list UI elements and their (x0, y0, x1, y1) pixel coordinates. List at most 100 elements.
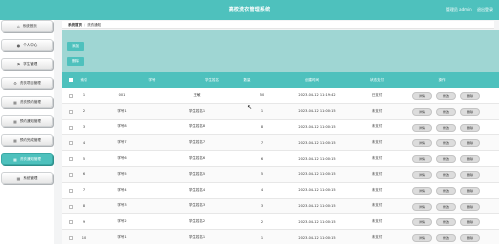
edit-button[interactable]: 修改 (436, 202, 456, 211)
row-payment-status: 未支付 (371, 124, 383, 129)
detail-button[interactable]: 详情 (412, 218, 432, 227)
detail-button[interactable]: 详情 (412, 155, 432, 164)
mouse-cursor-icon: ↖ (247, 104, 253, 111)
detail-button[interactable]: 详情 (412, 123, 432, 132)
edit-button[interactable]: 修改 (436, 123, 456, 132)
row-index: 8 (82, 203, 86, 208)
detail-button[interactable]: 详情 (412, 170, 432, 179)
grid-icon: ▦ (13, 156, 17, 162)
row-checkbox[interactable] (69, 236, 73, 241)
table-row: 4 学号7 学生姓名7 7 2023-04-12 11:00:15 未支付 详情 修改 删除 (62, 135, 499, 152)
row-payment-status: 未支付 (371, 235, 383, 240)
row-student-id: 学号6 (117, 156, 127, 161)
row-quantity: 7 (260, 140, 264, 145)
delete-button[interactable]: 删除 (67, 57, 84, 66)
row-checkbox[interactable] (69, 141, 73, 146)
row-index: 5 (82, 156, 86, 161)
edit-button[interactable]: 修改 (436, 218, 456, 227)
sidebar-item-profile[interactable]: ● 个人中心 (1, 39, 53, 51)
row-created-time: 2023-04-12 11:00:15 (298, 109, 336, 114)
sidebar-item-laundry-notices[interactable]: ▦ 洗衣通知管理 (1, 153, 53, 165)
header-payment-status: 状态支付 (370, 77, 384, 82)
row-actions: 详情 修改 删除 (412, 123, 480, 132)
edit-button[interactable]: 修改 (436, 107, 456, 116)
sidebar-item-appointments[interactable]: ▦ 洗衣预约管理 (1, 96, 53, 108)
row-actions: 详情 修改 删除 (412, 234, 480, 243)
select-all-checkbox[interactable] (69, 78, 73, 82)
row-created-time: 2023-04-12 11:00:15 (298, 172, 336, 177)
sidebar-item-laundry-projects[interactable]: ⚙ 洗衣项目管理 (1, 77, 53, 89)
row-delete-button[interactable]: 删除 (460, 92, 480, 100)
row-student-name: 学生姓名1 (188, 108, 206, 113)
row-student-id: 学号2 (117, 219, 127, 224)
row-student-name: 学生姓名4 (188, 187, 206, 192)
sidebar-item-system[interactable]: ▦ 系统管理 (1, 172, 53, 184)
row-student-id: 学号4 (117, 187, 127, 192)
add-button[interactable]: 添加 (67, 42, 84, 51)
row-delete-button[interactable]: 删除 (460, 218, 480, 227)
row-delete-button[interactable]: 删除 (460, 123, 480, 132)
row-delete-button[interactable]: 删除 (460, 186, 480, 195)
logout-link[interactable]: 退出登录 (477, 7, 493, 12)
edit-button[interactable]: 修改 (436, 139, 456, 148)
detail-button[interactable]: 详情 (412, 202, 432, 211)
row-checkbox[interactable] (69, 157, 73, 162)
row-checkbox[interactable] (69, 172, 73, 177)
breadcrumb-home[interactable]: 系统首页 (68, 23, 82, 27)
row-created-time: 2023-04-12 11:00:15 (298, 219, 336, 224)
sidebar-item-label: 系统首页 (22, 23, 37, 28)
edit-button[interactable]: 修改 (436, 92, 456, 100)
detail-button[interactable]: 详情 (412, 186, 432, 195)
row-index: 2 (82, 109, 86, 114)
row-student-id: 学号7 (117, 140, 127, 145)
row-index: 4 (82, 140, 86, 145)
row-index: 7 (82, 188, 86, 193)
row-delete-button[interactable]: 删除 (460, 170, 480, 179)
row-payment-status: 未支付 (371, 171, 383, 176)
edit-button[interactable]: 修改 (436, 155, 456, 164)
sidebar-item-students[interactable]: ⚑ 学生管理 (1, 58, 53, 70)
row-student-name: 学生姓名1 (188, 235, 206, 240)
row-actions: 详情 修改 删除 (412, 92, 480, 100)
row-checkbox[interactable] (69, 220, 73, 225)
row-checkbox[interactable] (69, 109, 73, 114)
row-actions: 详情 修改 删除 (412, 107, 480, 116)
row-created-time: 2023-04-12 11:00:15 (298, 156, 336, 161)
row-delete-button[interactable]: 删除 (460, 234, 480, 243)
table-body: 1 001 王敏 50 2023-04-12 11:19:42 已支付 详情 修改 删除 2 学号1… (62, 88, 499, 244)
sidebar-item-label: 学生管理 (23, 61, 38, 66)
row-delete-button[interactable]: 删除 (460, 139, 480, 148)
table-row: 5 学号6 学生姓名6 6 2023-04-12 11:00:15 未支付 详情 修改 删除 (62, 151, 499, 167)
row-actions: 详情 修改 删除 (412, 186, 480, 195)
row-created-time: 2023-04-12 11:00:15 (298, 124, 336, 129)
header-student-id: 学号 (148, 77, 156, 82)
row-delete-button[interactable]: 删除 (460, 202, 480, 211)
grid-icon: ▦ (13, 137, 17, 143)
sidebar-item-home[interactable]: ⌂ 系统首页 (1, 20, 53, 32)
edit-button[interactable]: 修改 (436, 170, 456, 179)
header-actions: 操作 (438, 77, 446, 82)
sidebar-item-label: 洗衣项目管理 (19, 80, 41, 85)
edit-button[interactable]: 修改 (436, 186, 456, 195)
row-delete-button[interactable]: 删除 (460, 155, 480, 164)
grid-icon: ▦ (13, 99, 17, 105)
detail-button[interactable]: 详情 (412, 92, 432, 100)
row-checkbox[interactable] (69, 204, 73, 209)
row-checkbox[interactable] (69, 188, 73, 193)
breadcrumb-current: 洗衣通知 (87, 23, 102, 27)
row-actions: 详情 修改 删除 (412, 218, 480, 227)
row-checkbox[interactable] (69, 125, 73, 130)
row-delete-button[interactable]: 删除 (460, 107, 480, 116)
edit-button[interactable]: 修改 (436, 234, 456, 243)
row-quantity: 8 (260, 124, 264, 129)
detail-button[interactable]: 详情 (412, 139, 432, 148)
breadcrumb: 系统首页 / 洗衣通知 (62, 21, 494, 29)
row-checkbox[interactable] (69, 94, 73, 98)
detail-button[interactable]: 详情 (412, 234, 432, 243)
row-created-time: 2023-04-12 11:00:15 (298, 203, 336, 208)
row-student-id: 学号3 (117, 203, 127, 208)
user-label: 管理员 admin (445, 7, 472, 12)
sidebar-item-appointment-notices[interactable]: ▦ 预约通知管理 (1, 115, 53, 127)
sidebar-item-appointment-done[interactable]: ▦ 预约完成管理 (1, 134, 53, 146)
detail-button[interactable]: 详情 (412, 107, 432, 116)
